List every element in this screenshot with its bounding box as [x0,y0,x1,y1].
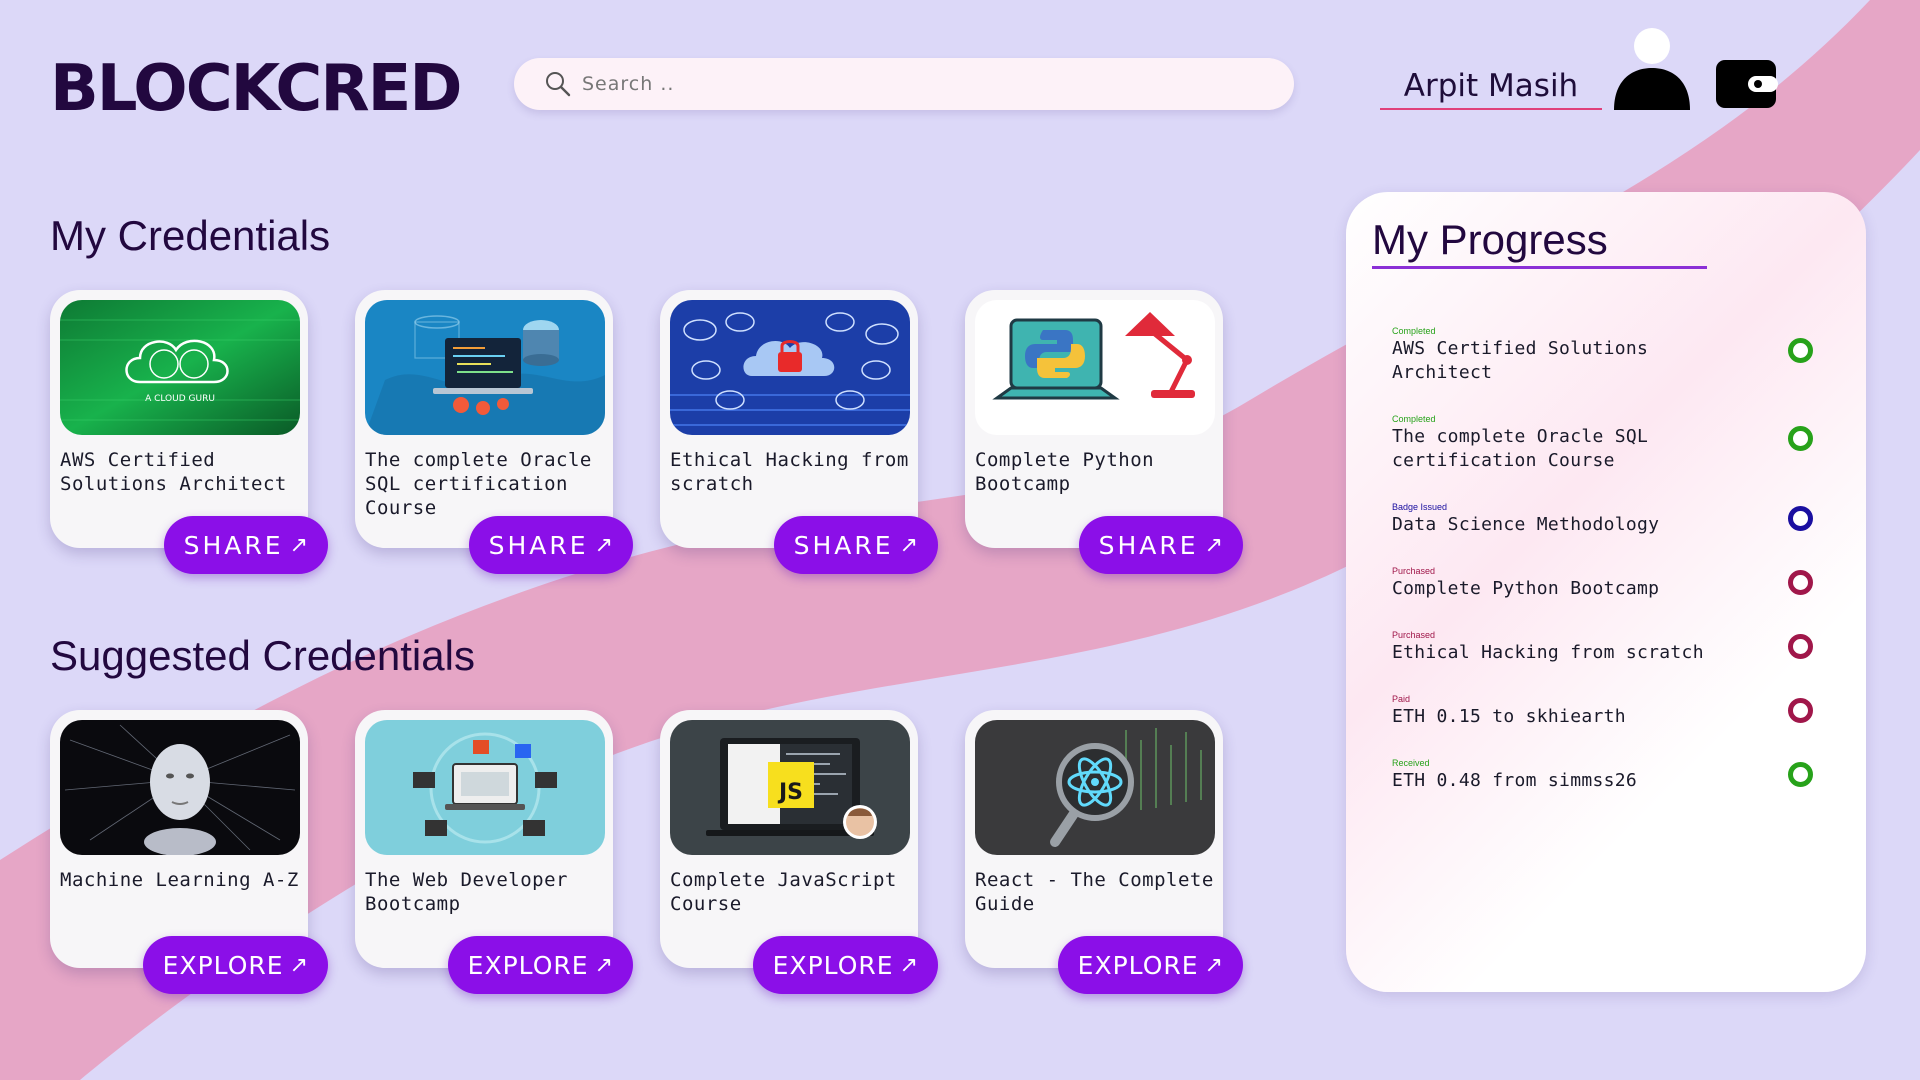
progress-label: ETH 0.15 to skhiearth [1392,706,1626,727]
explore-label: EXPLORE [772,950,894,980]
share-arrow-icon: ↗ [1204,532,1223,558]
search-input[interactable] [582,73,1294,95]
progress-status: Completed [1392,414,1436,424]
progress-status: Purchased [1392,566,1436,576]
share-arrow-icon: ↗ [289,952,308,978]
progress-item[interactable]: Completed AWS Certified Solutions Archit… [1392,326,1832,385]
progress-title-underline [1372,266,1707,269]
search-bar[interactable] [514,58,1294,110]
suggested-card[interactable]: JS Complete JavaScript Course EXPLORE ↗ [660,710,938,994]
status-indicator [1788,762,1813,787]
share-arrow-icon: ↗ [1204,952,1223,978]
credential-thumbnail [975,300,1215,435]
share-label: SHARE [1098,530,1199,560]
suggested-card[interactable]: React - The Complete Guide EXPLORE ↗ [965,710,1243,994]
progress-item[interactable]: Purchased Complete Python Bootcamp [1392,566,1832,601]
credential-card[interactable]: The complete Oracle SQL certification Co… [355,290,633,574]
share-button[interactable]: SHARE ↗ [468,516,633,574]
credential-thumbnail: JS [670,720,910,855]
credential-title: Ethical Hacking from scratch [670,449,909,495]
credential-title: The complete Oracle SQL certification Co… [365,449,592,519]
progress-status: Paid [1392,694,1411,704]
share-button[interactable]: SHARE ↗ [163,516,328,574]
credential-title: React - The Complete Guide [975,869,1214,915]
status-indicator [1788,570,1813,595]
explore-label: EXPLORE [162,950,284,980]
suggested-card[interactable]: The Web Developer Bootcamp EXPLORE ↗ [355,710,633,994]
my-credentials-title: My Credentials [50,212,331,259]
brand-logo: BLOCKCRED [50,52,462,126]
progress-label: AWS Certified Solutions Architect [1392,338,1649,383]
suggested-credentials-title: Suggested Credentials [50,632,475,679]
progress-title: My Progress [1372,216,1608,263]
progress-item[interactable]: Received ETH 0.48 from simmss26 [1392,758,1832,793]
progress-label: Complete Python Bootcamp [1392,578,1660,599]
share-label: SHARE [793,530,894,560]
status-indicator [1788,698,1813,723]
progress-status: Completed [1392,326,1436,336]
credential-card[interactable]: A CLOUD GURU AWS Certified Solutions Arc… [50,290,328,574]
progress-panel: My Progress Completed AWS Certified Solu… [1346,192,1866,992]
credential-title: Complete JavaScript Course [670,869,897,915]
search-icon [546,72,571,97]
share-button[interactable]: SHARE ↗ [1078,516,1243,574]
thumbnail-text: A CLOUD GURU [145,394,215,404]
explore-label: EXPLORE [467,950,589,980]
credential-card[interactable]: Complete Python Bootcamp SHARE ↗ [965,290,1243,574]
explore-label: EXPLORE [1077,950,1199,980]
progress-label: ETH 0.48 from simmss26 [1392,770,1638,791]
share-arrow-icon: ↗ [594,952,613,978]
credential-thumbnail [975,720,1215,855]
credential-thumbnail [60,720,300,855]
credential-title: Machine Learning A-Z [60,869,299,891]
wallet-icon[interactable] [1716,58,1778,110]
credential-thumbnail [365,300,605,435]
credential-card[interactable]: Ethical Hacking from scratch SHARE ↗ [660,290,938,574]
share-label: SHARE [183,530,284,560]
explore-button[interactable]: EXPLORE ↗ [752,936,938,994]
user-name[interactable]: Arpit Masih [1380,64,1602,110]
progress-label: The complete Oracle SQL certification Co… [1392,426,1649,471]
explore-button[interactable]: EXPLORE ↗ [1057,936,1243,994]
credential-thumbnail: A CLOUD GURU [60,300,300,435]
progress-label: Data Science Methodology [1392,514,1660,535]
progress-item[interactable]: Purchased Ethical Hacking from scratch [1392,630,1832,665]
progress-status: Purchased [1392,630,1436,640]
status-indicator [1788,506,1813,531]
progress-item[interactable]: Completed The complete Oracle SQL certif… [1392,414,1832,473]
status-indicator [1788,426,1813,451]
thumbnail-text: JS [777,780,803,805]
share-label: SHARE [488,530,589,560]
explore-button[interactable]: EXPLORE ↗ [142,936,328,994]
my-credentials-list: A CLOUD GURU AWS Certified Solutions Arc… [50,290,1243,574]
credential-title: AWS Certified Solutions Architect [60,449,287,495]
credential-thumbnail [365,720,605,855]
credential-title: Complete Python Bootcamp [975,449,1155,495]
explore-button[interactable]: EXPLORE ↗ [447,936,633,994]
share-arrow-icon: ↗ [594,532,613,558]
suggested-card[interactable]: Machine Learning A-Z EXPLORE ↗ [50,710,328,994]
credential-thumbnail [670,300,910,435]
progress-item[interactable]: Badge Issued Data Science Methodology [1392,502,1832,537]
progress-item[interactable]: Paid ETH 0.15 to skhiearth [1392,694,1832,729]
user-avatar-icon[interactable] [1612,28,1692,110]
share-arrow-icon: ↗ [289,532,308,558]
status-indicator [1788,634,1813,659]
progress-status: Received [1392,758,1430,768]
progress-status: Badge Issued [1392,502,1448,512]
suggested-credentials-list: Machine Learning A-Z EXPLORE ↗ The Web D… [50,710,1243,994]
progress-label: Ethical Hacking from scratch [1392,642,1704,663]
credential-title: The Web Developer Bootcamp [365,869,568,915]
status-indicator [1788,338,1813,363]
share-arrow-icon: ↗ [899,952,918,978]
share-button[interactable]: SHARE ↗ [773,516,938,574]
share-arrow-icon: ↗ [899,532,918,558]
